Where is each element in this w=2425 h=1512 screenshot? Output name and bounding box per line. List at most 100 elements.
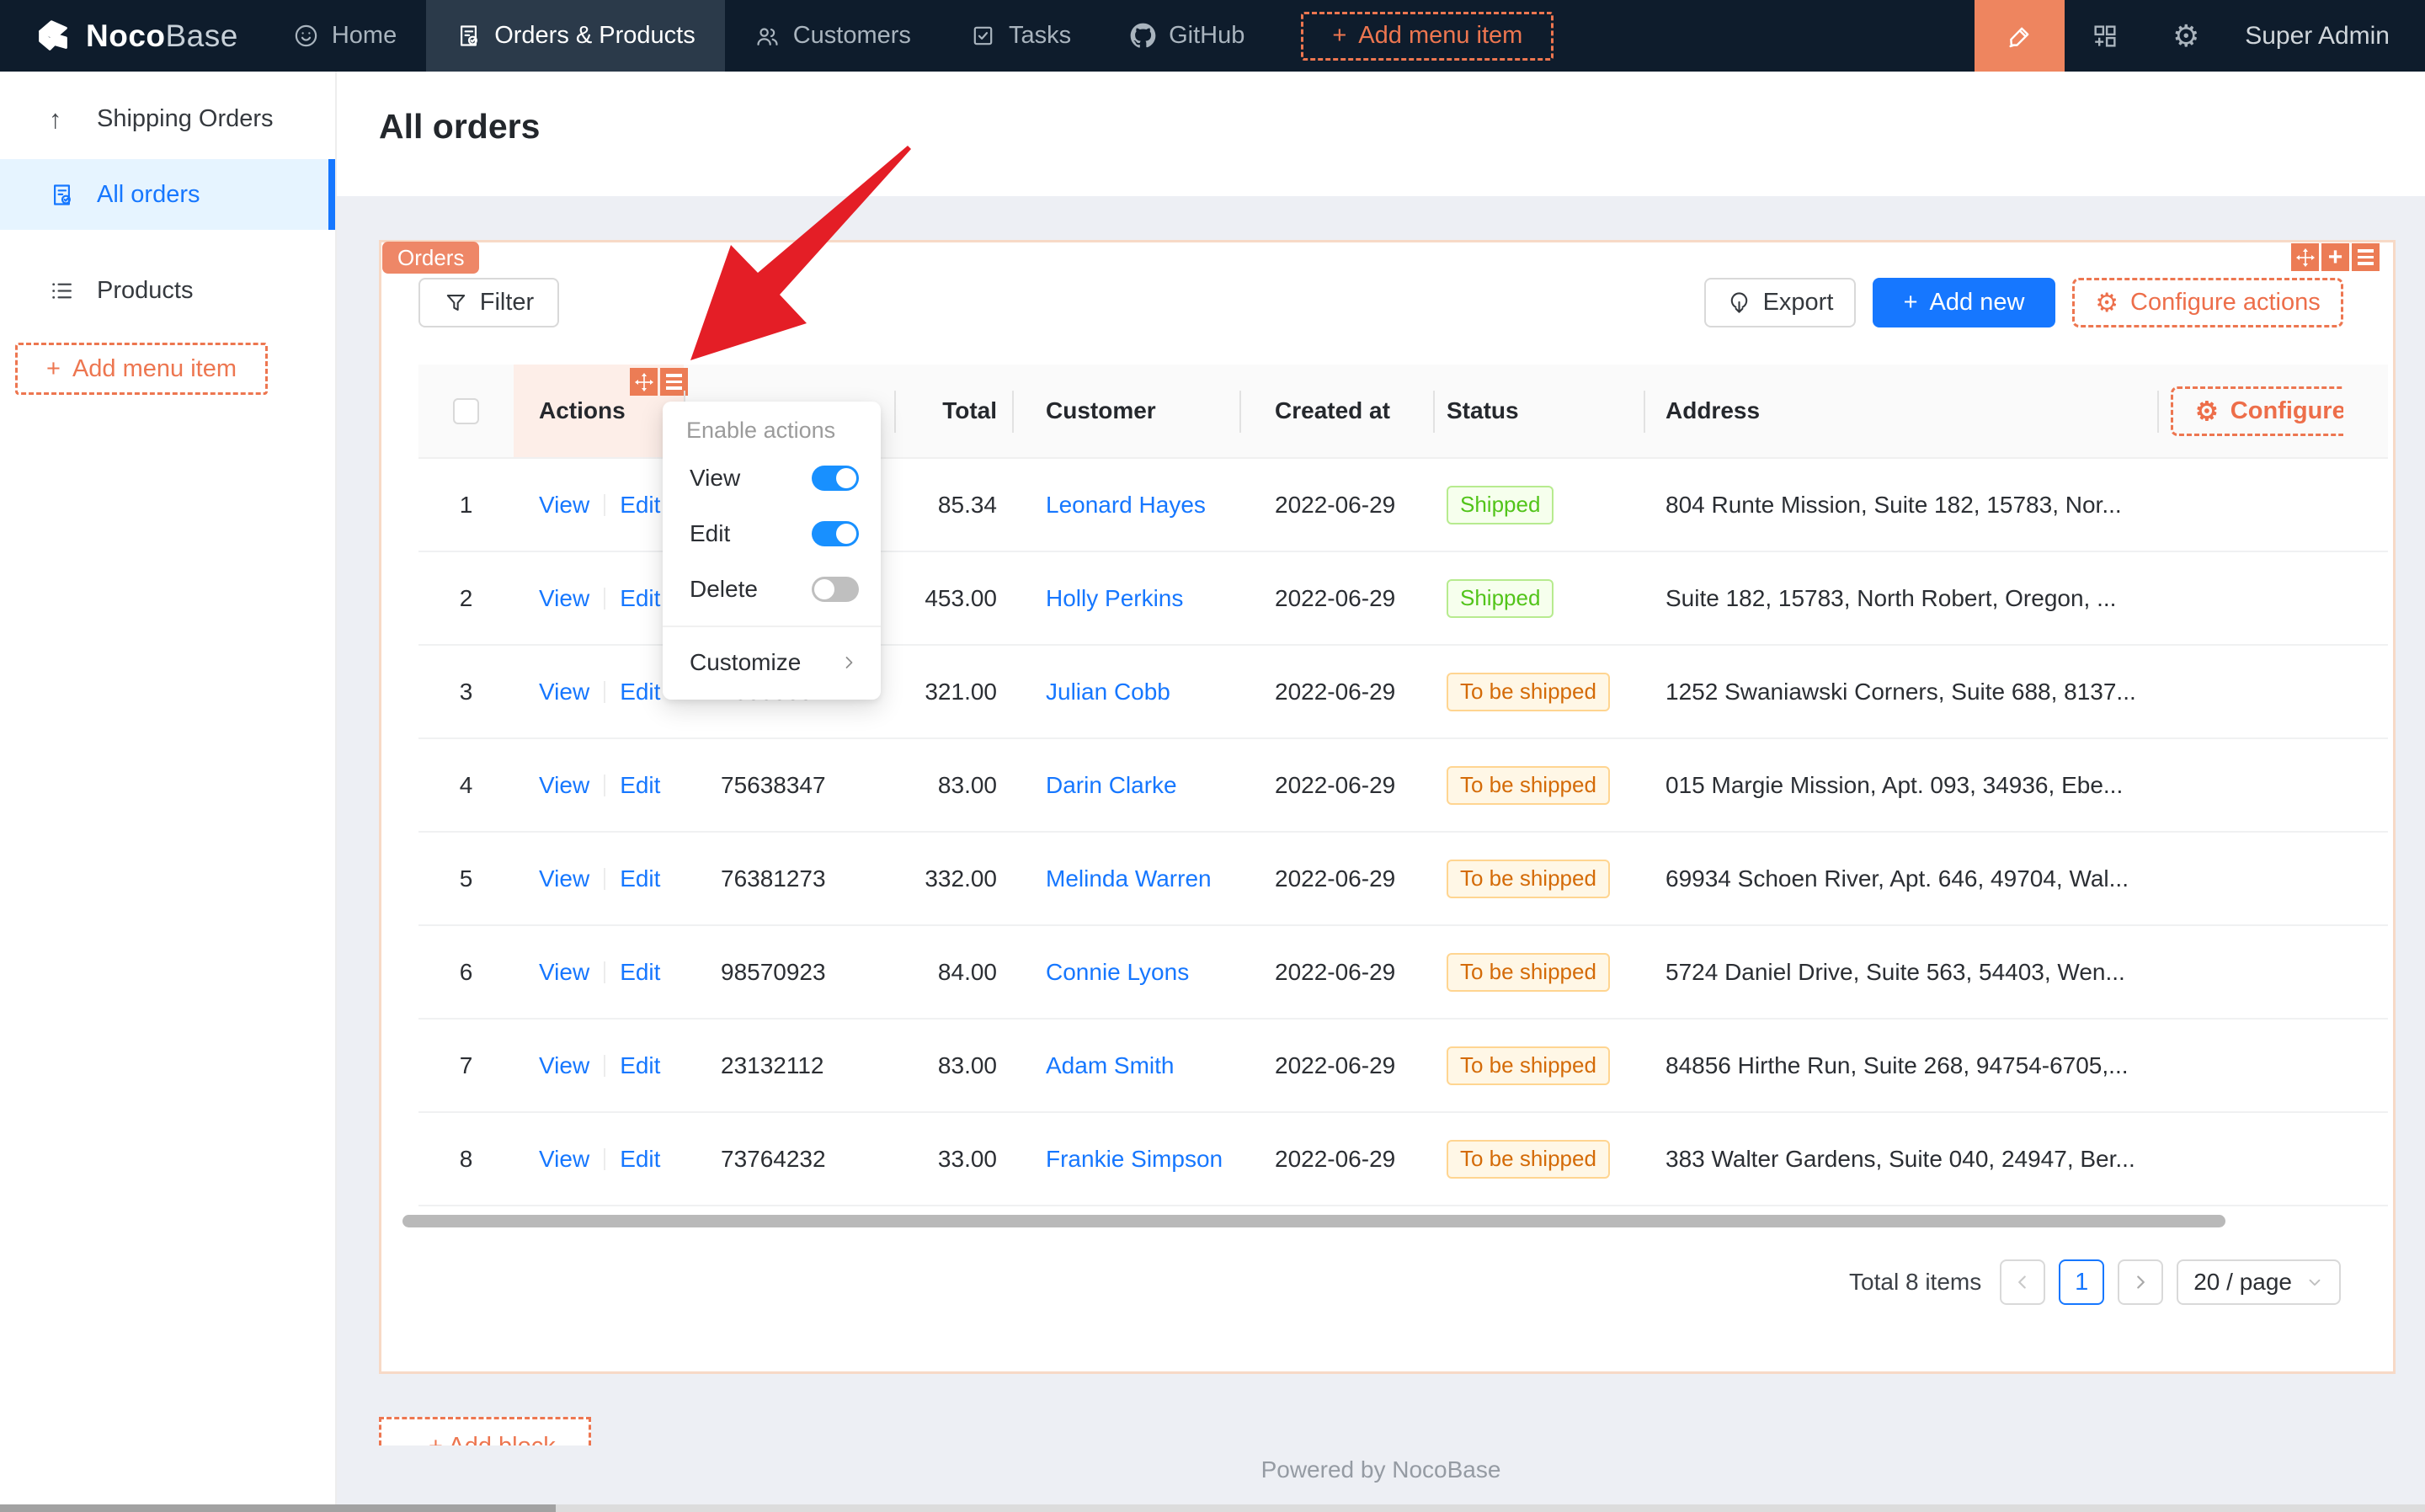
edit-link[interactable]: Edit bbox=[620, 865, 660, 892]
dropdown-item-edit[interactable]: Edit bbox=[663, 506, 881, 562]
prev-page-button[interactable] bbox=[2000, 1259, 2046, 1305]
row-number-cell: 2 bbox=[459, 584, 473, 611]
customer-link[interactable]: Adam Smith bbox=[1046, 1052, 1175, 1079]
row-actions-cell: View Edit bbox=[514, 1052, 684, 1079]
pagination-total: Total 8 items bbox=[1849, 1269, 1982, 1295]
add-block-button[interactable]: + Add block bbox=[379, 1417, 591, 1445]
address-header-label: Address bbox=[1666, 397, 1761, 423]
nav-item-customers[interactable]: Customers bbox=[725, 0, 941, 72]
customer-link[interactable]: Julian Cobb bbox=[1046, 679, 1170, 705]
block-add-button[interactable]: + bbox=[2321, 243, 2349, 271]
nav-item-label: Customers bbox=[792, 22, 911, 49]
created-at-cell: 2022-06-29 bbox=[1275, 491, 1396, 518]
block-settings-menu-button[interactable] bbox=[2352, 243, 2380, 271]
plus-icon: + bbox=[1332, 22, 1347, 49]
status-cell: Shipped bbox=[1433, 578, 1644, 618]
drag-block-handle[interactable] bbox=[2291, 243, 2319, 271]
customer-link[interactable]: Darin Clarke bbox=[1046, 772, 1177, 799]
sidebar-item-products[interactable]: Products bbox=[0, 255, 335, 326]
ui-editor-button[interactable] bbox=[1975, 0, 2065, 72]
dropdown-item-view[interactable]: View bbox=[663, 450, 881, 506]
customer-header-label: Customer bbox=[1046, 397, 1156, 423]
edit-link[interactable]: Edit bbox=[620, 1146, 660, 1173]
plugins-button[interactable] bbox=[2065, 0, 2145, 72]
nav-item-label: GitHub bbox=[1169, 22, 1245, 49]
created-at-cell: 2022-06-29 bbox=[1275, 1051, 1396, 1078]
sidebar-add-menu-item-button[interactable]: + Add menu item bbox=[15, 343, 268, 395]
nav-item-github[interactable]: GitHub bbox=[1101, 0, 1274, 72]
navbar-add-menu-item-button[interactable]: + Add menu item bbox=[1301, 11, 1554, 61]
nav-item-home[interactable]: Home bbox=[264, 0, 426, 72]
edit-link[interactable]: Edit bbox=[620, 959, 660, 986]
chevron-right-icon bbox=[2129, 1271, 2151, 1293]
plus-icon: + bbox=[46, 354, 61, 382]
table-horizontal-scrollbar-thumb[interactable] bbox=[402, 1215, 2225, 1227]
drag-move-icon bbox=[2295, 248, 2316, 268]
next-page-button[interactable] bbox=[2118, 1259, 2164, 1305]
add-new-label: Add new bbox=[1929, 289, 2025, 316]
page-horizontal-scrollbar-thumb[interactable] bbox=[0, 1504, 556, 1512]
row-number-cell: 3 bbox=[459, 678, 473, 705]
top-navbar: NocoBase Home Orders & Products Customer… bbox=[0, 0, 2425, 72]
edit-toggle[interactable] bbox=[812, 521, 859, 546]
sidebar: ↑ Shipping Orders All orders Products + … bbox=[0, 72, 337, 1512]
total-header-cell: Total bbox=[894, 365, 1012, 457]
nav-item-orders-products[interactable]: Orders & Products bbox=[426, 0, 725, 72]
nocobase-logo[interactable]: NocoBase bbox=[0, 17, 264, 56]
configure-actions-button[interactable]: ⚙ Configure actions bbox=[2072, 278, 2343, 327]
select-all-checkbox[interactable] bbox=[453, 397, 479, 424]
powered-by-footer: Powered by NocoBase bbox=[1260, 1456, 1501, 1483]
sidebar-item-shipping-orders[interactable]: ↑ Shipping Orders bbox=[0, 83, 335, 154]
view-link[interactable]: View bbox=[539, 679, 589, 705]
delete-toggle[interactable] bbox=[812, 577, 859, 602]
view-link[interactable]: View bbox=[539, 1052, 589, 1079]
page-horizontal-scrollbar[interactable] bbox=[0, 1504, 2425, 1512]
export-button[interactable]: Export bbox=[1704, 278, 1856, 327]
order-no-cell: 73764232 bbox=[721, 1145, 826, 1172]
created-at-cell: 2022-06-29 bbox=[1275, 771, 1396, 798]
customer-link[interactable]: Melinda Warren bbox=[1046, 865, 1212, 892]
view-toggle[interactable] bbox=[812, 466, 859, 491]
edit-link[interactable]: Edit bbox=[620, 1052, 660, 1079]
sidebar-item-label: Products bbox=[97, 276, 194, 304]
view-link[interactable]: View bbox=[539, 492, 589, 519]
configure-columns-button[interactable]: ⚙ Configure columns bbox=[2171, 386, 2343, 436]
view-link[interactable]: View bbox=[539, 865, 589, 892]
customer-link[interactable]: Holly Perkins bbox=[1046, 585, 1183, 612]
customer-cell: Adam Smith bbox=[1012, 1052, 1239, 1079]
edit-link[interactable]: Edit bbox=[620, 772, 660, 799]
edit-link[interactable]: Edit bbox=[620, 679, 660, 705]
customer-link[interactable]: Connie Lyons bbox=[1046, 959, 1189, 986]
view-link[interactable]: View bbox=[539, 585, 589, 612]
filter-button[interactable]: Filter bbox=[418, 278, 559, 327]
page-size-select[interactable]: 20 / page bbox=[2177, 1259, 2341, 1305]
customer-cell: Connie Lyons bbox=[1012, 959, 1239, 986]
edit-link[interactable]: Edit bbox=[620, 492, 660, 519]
actions-divider bbox=[604, 680, 606, 703]
dropdown-item-delete[interactable]: Delete bbox=[663, 562, 881, 617]
customer-link[interactable]: Frankie Simpson bbox=[1046, 1146, 1223, 1173]
page-1-button[interactable]: 1 bbox=[2059, 1259, 2105, 1305]
status-cell: To be shipped bbox=[1433, 1046, 1644, 1085]
user-menu[interactable]: Super Admin bbox=[2226, 22, 2425, 51]
created-at-cell: 2022-06-29 bbox=[1275, 1145, 1396, 1172]
view-link[interactable]: View bbox=[539, 959, 589, 986]
nav-item-tasks[interactable]: Tasks bbox=[941, 0, 1101, 72]
dropdown-item-customize[interactable]: Customize bbox=[663, 636, 881, 689]
customer-link[interactable]: Leonard Hayes bbox=[1046, 492, 1206, 519]
view-link[interactable]: View bbox=[539, 1146, 589, 1173]
actions-divider bbox=[604, 1147, 606, 1170]
settings-button[interactable]: ⚙ bbox=[2145, 0, 2226, 72]
total-cell: 83.00 bbox=[937, 1051, 997, 1078]
view-link[interactable]: View bbox=[539, 772, 589, 799]
arrow-up-icon: ↑ bbox=[49, 104, 62, 134]
nav-item-label: Home bbox=[331, 22, 397, 49]
configure-columns-label: Configure columns bbox=[2230, 397, 2343, 424]
drag-column-handle[interactable] bbox=[630, 368, 658, 396]
chevron-left-icon bbox=[2012, 1271, 2033, 1293]
sidebar-item-all-orders[interactable]: All orders bbox=[0, 159, 335, 230]
edit-link[interactable]: Edit bbox=[620, 585, 660, 612]
add-new-button[interactable]: + Add new bbox=[1873, 278, 2055, 327]
status-badge: To be shipped bbox=[1447, 765, 1610, 805]
address-cell: 69934 Schoen River, Apt. 646, 49704, Wal… bbox=[1666, 865, 2129, 892]
